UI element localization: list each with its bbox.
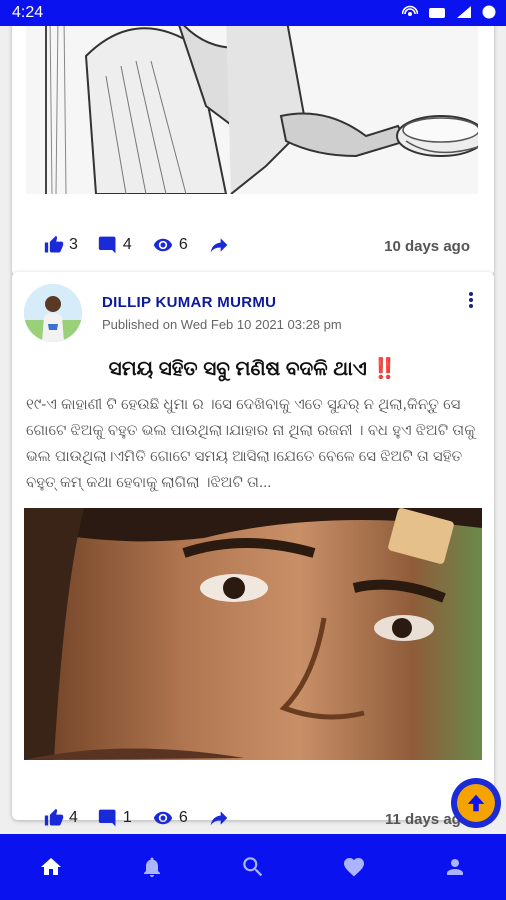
views-icon	[153, 238, 172, 252]
post-image[interactable]	[24, 508, 482, 760]
search-icon	[243, 857, 263, 877]
avatar[interactable]	[24, 284, 82, 342]
comment-icon	[98, 236, 116, 254]
nav-search[interactable]	[223, 845, 283, 889]
comment-count: 4	[122, 236, 132, 253]
nav-favorites[interactable]	[324, 845, 384, 889]
post-title[interactable]: ସମୟ ସହିତ ସବୁ ମଣିଷ ବଦଳି ଥାଏ ‼️	[12, 356, 494, 381]
like-icon	[44, 235, 64, 253]
post-image[interactable]	[26, 26, 478, 194]
post-time-ago: 10 days ago	[384, 238, 470, 255]
profile-icon	[447, 859, 464, 875]
status-time: 4:24	[12, 4, 44, 21]
post-actions: 3 4 6	[44, 235, 230, 255]
comment-icon	[98, 809, 116, 827]
nav-profile[interactable]	[425, 845, 485, 889]
share-icon	[210, 238, 228, 253]
hotspot-icon	[401, 5, 419, 22]
more-options-button[interactable]	[462, 290, 480, 312]
views-indicator: 6	[152, 235, 188, 255]
share-button[interactable]	[208, 235, 230, 255]
like-icon	[44, 808, 64, 826]
published-date: Published on Wed Feb 10 2021 03:28 pm	[102, 317, 342, 332]
views-count: 6	[178, 236, 188, 253]
share-icon	[210, 811, 228, 826]
like-button[interactable]: 4	[44, 808, 78, 828]
post-feed[interactable]: 3 4 6 10 days ago DILLIP KUMAR MURMU Pub…	[0, 26, 506, 834]
comment-button[interactable]: 1	[98, 808, 132, 828]
heart-icon	[344, 858, 365, 877]
home-icon	[40, 858, 61, 875]
post-card[interactable]: 3 4 6 10 days ago	[12, 26, 494, 276]
volte-icon	[428, 4, 446, 23]
share-button[interactable]	[208, 808, 230, 828]
like-count: 3	[69, 236, 78, 253]
views-indicator: 6	[152, 808, 188, 828]
views-count: 6	[178, 809, 188, 826]
battery-icon	[482, 4, 496, 23]
status-bar: 4:24	[0, 0, 506, 26]
bell-icon	[143, 857, 160, 877]
scroll-to-top-button[interactable]	[451, 778, 501, 828]
post-excerpt[interactable]: ୧୯-ଏ କାହାଣୀ ଟି ହେଉଛି ଧୁମା ର ।ସେ ଦେଖିବାକୁ…	[26, 392, 480, 496]
like-count: 4	[69, 809, 78, 826]
like-button[interactable]: 3	[44, 235, 78, 255]
author-name[interactable]: DILLIP KUMAR MURMU	[102, 294, 276, 311]
arrow-up-icon	[467, 794, 485, 812]
status-icons	[401, 4, 496, 23]
nav-notifications[interactable]	[122, 845, 182, 889]
comment-button[interactable]: 4	[98, 235, 132, 255]
post-actions: 4 1 6	[44, 808, 230, 828]
comment-count: 1	[122, 809, 132, 826]
post-title-text: ସମୟ ସହିତ ସବୁ ମଣିଷ ବଦଳି ଥାଏ	[108, 358, 367, 380]
signal-icon	[456, 5, 472, 22]
nav-home[interactable]	[21, 845, 81, 889]
double-exclamation-mark: ‼️	[372, 358, 398, 380]
bottom-navigation	[0, 834, 506, 900]
views-icon	[153, 811, 172, 825]
post-card[interactable]: DILLIP KUMAR MURMU Published on Wed Feb …	[12, 272, 494, 828]
